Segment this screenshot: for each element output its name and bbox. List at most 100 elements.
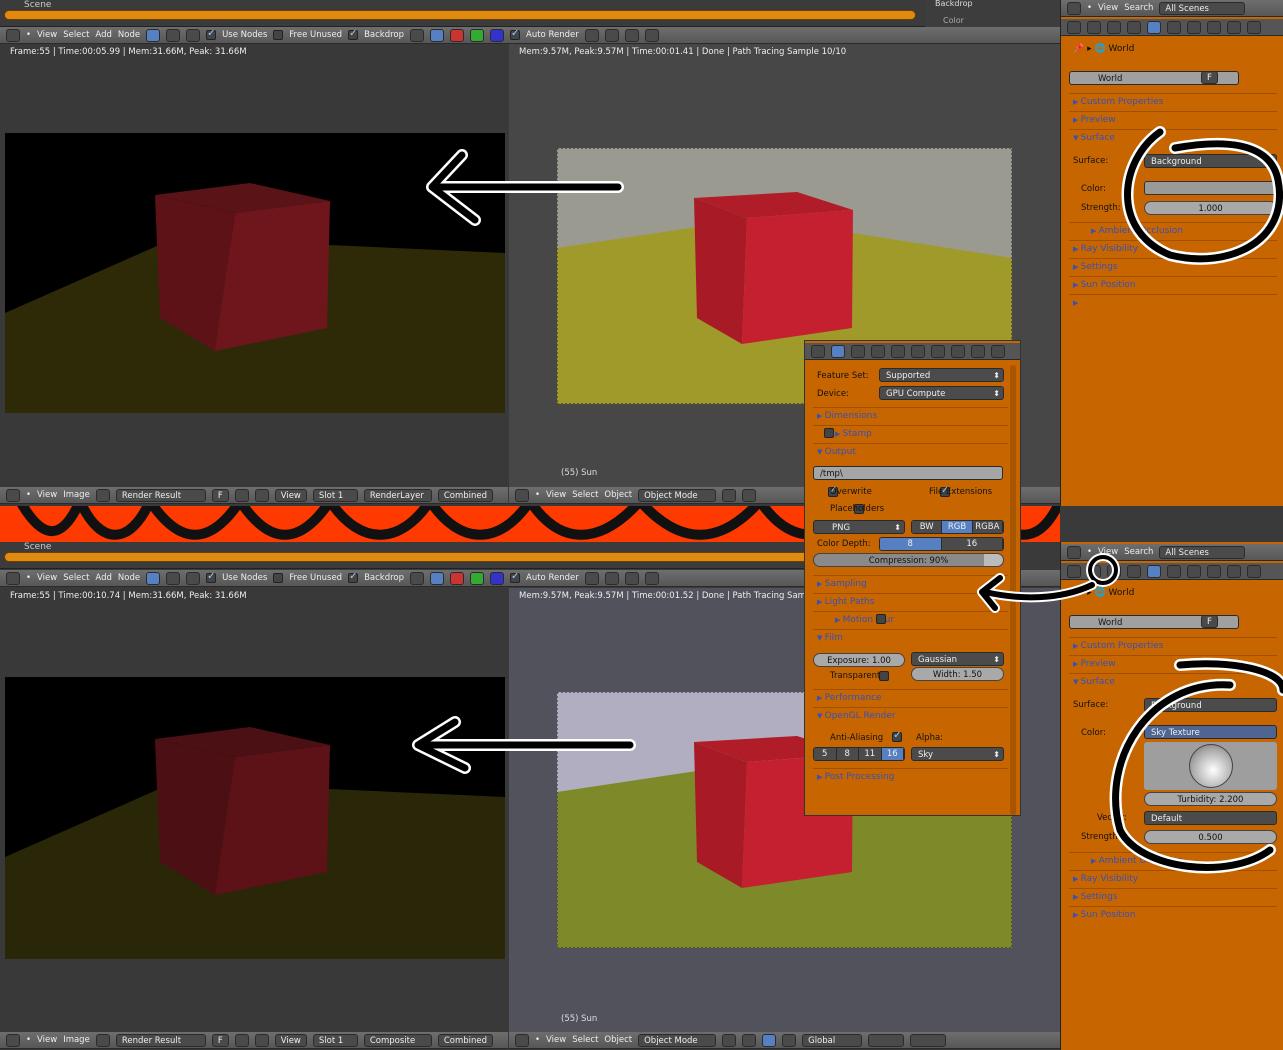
menu-add[interactable]: Add [95, 30, 111, 40]
section-ambient-occlusion[interactable]: Ambient Occlusion [1069, 222, 1277, 238]
snap-icon[interactable] [624, 28, 639, 42]
menu-object[interactable]: Object [604, 490, 632, 500]
exposure-field[interactable]: Exposure: 1.00 [813, 653, 905, 667]
section-opengl-render[interactable]: OpenGL Render [813, 707, 1008, 723]
color-swatch[interactable] [1144, 181, 1277, 195]
compositing-nodes-icon[interactable] [186, 571, 201, 585]
menu-select[interactable]: Select [63, 30, 89, 40]
section-custom-properties[interactable]: Custom Properties [1069, 93, 1277, 109]
view-dropdown[interactable]: View [274, 1033, 307, 1047]
transparent-checkbox[interactable] [879, 671, 890, 681]
menu-select[interactable]: Select [63, 573, 89, 583]
alpha-icon[interactable] [430, 28, 445, 42]
texture-nodes-icon[interactable] [166, 28, 181, 42]
image-name-field[interactable]: Render Result [115, 488, 206, 502]
world-tab-icon[interactable] [1147, 20, 1161, 34]
render-tab-icon[interactable] [1087, 564, 1101, 578]
object-tab-icon[interactable] [1167, 564, 1181, 578]
pivot-icon[interactable] [742, 488, 757, 502]
outliner-color[interactable]: Color [943, 16, 964, 25]
world-tab-icon[interactable] [1147, 564, 1161, 578]
color-mode-rgb[interactable]: RGB [942, 521, 973, 533]
manipulator-icon[interactable] [762, 1033, 777, 1047]
menu-view[interactable]: View [546, 1035, 566, 1045]
channel-icon[interactable] [410, 571, 425, 585]
fake-user-button[interactable]: F [211, 488, 229, 502]
scenes-dropdown[interactable]: All Scenes [1159, 545, 1246, 559]
vector-dropdown[interactable]: Default [1144, 811, 1277, 825]
physics-tab-icon[interactable] [991, 344, 1005, 358]
feature-set-dropdown[interactable]: Supported [879, 368, 1004, 383]
turbidity-field[interactable]: Turbidity: 2.200 [1144, 792, 1277, 806]
section-preview[interactable]: Preview [1069, 111, 1277, 127]
editor-type-icon[interactable] [515, 488, 529, 502]
editor-type-icon[interactable] [6, 488, 20, 502]
image-browse-icon[interactable] [95, 488, 110, 502]
section-settings[interactable]: Settings [1069, 888, 1277, 904]
section-settings[interactable]: Settings [1069, 258, 1277, 274]
editor-type-icon[interactable] [6, 1033, 20, 1047]
section-preview[interactable]: Preview [1069, 655, 1277, 671]
section-stamp[interactable]: Stamp [813, 425, 1008, 441]
add-icon[interactable] [234, 488, 249, 502]
red-channel-icon[interactable] [450, 571, 465, 585]
aa-16[interactable]: 16 [881, 748, 904, 760]
color-mode-bw[interactable]: BW [912, 521, 943, 533]
snap-icon[interactable] [624, 571, 639, 585]
section-ambient-occlusion[interactable]: Ambient Occlusion [1069, 852, 1277, 868]
texture-tab-icon[interactable] [1227, 564, 1241, 578]
layers-tab-icon[interactable] [1107, 564, 1121, 578]
menu-image[interactable]: Image [63, 490, 90, 500]
physics-tab-icon[interactable] [1247, 564, 1261, 578]
world-tab-icon[interactable] [891, 344, 905, 358]
fake-user-button[interactable]: F [211, 1033, 229, 1047]
menu-view[interactable]: View [1098, 547, 1118, 557]
editor-type-icon[interactable] [6, 571, 20, 585]
depth-16[interactable]: 16 [941, 538, 1003, 550]
strength-field[interactable]: 0.500 [1144, 830, 1277, 844]
fake-user-button[interactable]: F [1201, 71, 1218, 84]
aa-11[interactable]: 11 [859, 748, 882, 760]
texture-tab-icon[interactable] [971, 344, 985, 358]
aa-5[interactable]: 5 [814, 748, 837, 760]
menu-view[interactable]: View [37, 30, 57, 40]
section-ray-visibility[interactable]: Ray Visibility [1069, 870, 1277, 886]
pin-icon[interactable] [584, 28, 599, 42]
section-motion-blur[interactable]: Motion Blur [813, 611, 1008, 627]
outliner-backdrop[interactable]: Backdrop [935, 0, 973, 8]
parent-icon[interactable] [604, 571, 619, 585]
section-sun-position[interactable]: Sun Position [1069, 276, 1277, 292]
aa-8[interactable]: 8 [836, 748, 859, 760]
shader-nodes-icon[interactable] [146, 571, 161, 585]
layers-tab-icon[interactable] [1107, 20, 1121, 34]
auto-render-checkbox[interactable] [510, 571, 521, 583]
alpha-dropdown[interactable]: Sky [911, 747, 1004, 762]
motion-blur-checkbox[interactable] [875, 614, 886, 624]
layer-dropdown[interactable]: RenderLayer [363, 488, 432, 502]
menu-add[interactable]: Add [95, 573, 111, 583]
auto-render-checkbox[interactable] [510, 28, 521, 40]
section-custom-properties[interactable]: Custom Properties [1069, 637, 1277, 653]
blue-channel-icon[interactable] [490, 28, 505, 42]
texture-nodes-icon[interactable] [166, 571, 181, 585]
scenes-dropdown[interactable]: All Scenes [1159, 1, 1246, 15]
section-sun-position[interactable]: Sun Position [1069, 906, 1277, 922]
data-tab-icon[interactable] [1207, 20, 1221, 34]
orientation-dropdown[interactable]: Global [802, 1033, 863, 1047]
compositing-nodes-icon[interactable] [186, 28, 201, 42]
color-input-dropdown[interactable]: Sky Texture [1144, 725, 1277, 739]
menu-view[interactable]: View [37, 573, 57, 583]
layers-grid[interactable] [868, 1033, 905, 1047]
menu-node[interactable]: Node [118, 30, 140, 40]
physics-tab-icon[interactable] [1247, 20, 1261, 34]
section-sampling[interactable]: Sampling [813, 575, 1008, 591]
editor-type-icon[interactable] [1067, 20, 1081, 34]
compression-slider[interactable]: Compression: 90% [813, 553, 1004, 567]
menu-search[interactable]: Search [1124, 547, 1153, 557]
menu-view[interactable]: View [1098, 3, 1118, 13]
section-surface[interactable]: Surface [1069, 129, 1277, 145]
use-nodes-checkbox[interactable] [206, 28, 217, 40]
red-channel-icon[interactable] [450, 28, 465, 42]
layer-dropdown[interactable]: Composite [363, 1033, 432, 1047]
editor-type-icon[interactable] [1067, 1, 1081, 15]
